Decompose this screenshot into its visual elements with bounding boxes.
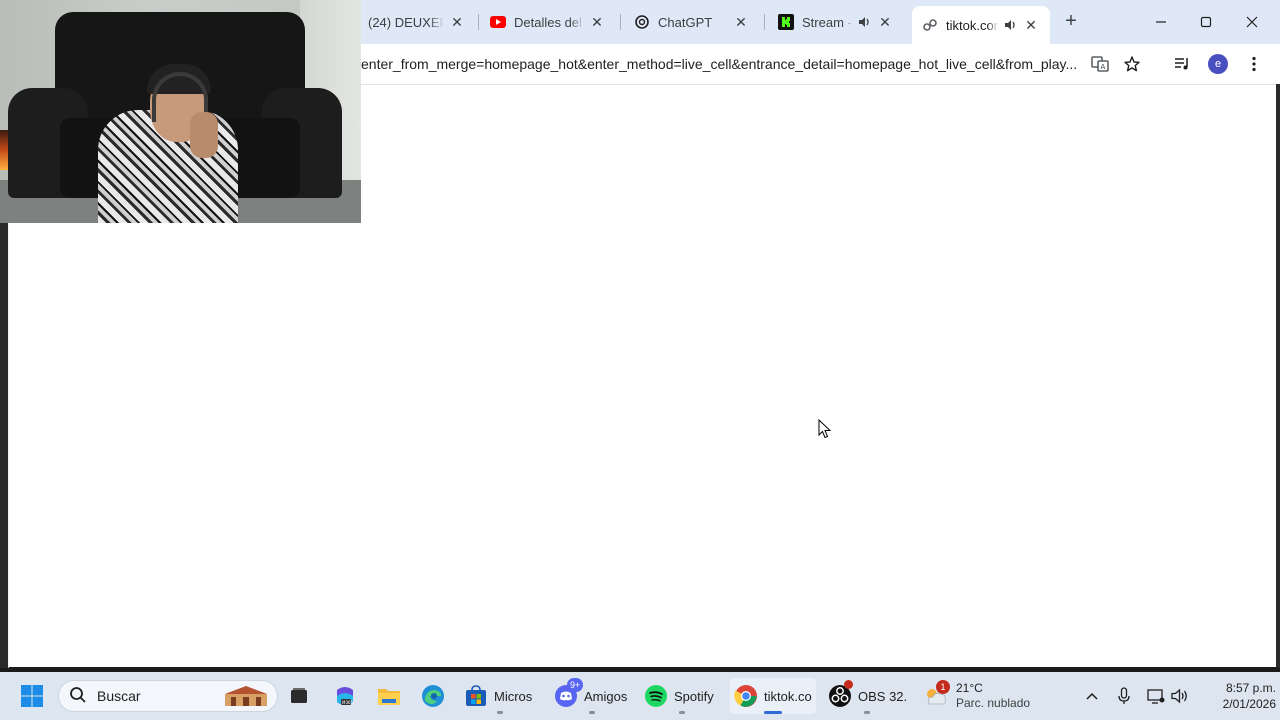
svg-text:M365: M365 [342, 700, 354, 705]
minimize-button[interactable] [1146, 8, 1176, 36]
microsoft-store-icon [464, 684, 488, 708]
speaker-icon[interactable] [856, 14, 872, 30]
window-edge [1276, 84, 1280, 672]
weather-widget[interactable]: 1 21°C Parc. nublado [922, 678, 1030, 714]
tab-separator [620, 14, 621, 30]
media-controls-icon[interactable] [1172, 54, 1192, 74]
tab-deuxer[interactable]: (24) DEUXER ✕ [358, 8, 476, 36]
file-explorer-icon [377, 684, 401, 708]
weather-condition: Parc. nublado [956, 696, 1031, 710]
tab-chatgpt[interactable]: ChatGPT ✕ [624, 8, 760, 36]
taskbar-spotify[interactable]: Spotify [644, 678, 720, 714]
kick-icon [778, 14, 794, 30]
more-menu-icon[interactable] [1244, 54, 1264, 74]
maximize-button[interactable] [1191, 8, 1221, 36]
taskbar-obs[interactable]: OBS 32. [828, 678, 906, 714]
tab-tiktok[interactable]: tiktok.com ✕ [912, 6, 1050, 44]
notification-badge: 9+ [567, 678, 584, 692]
volume-icon[interactable] [1170, 686, 1190, 706]
youtube-icon [490, 14, 506, 30]
start-button[interactable] [16, 678, 48, 714]
bookmark-star-icon[interactable] [1122, 54, 1142, 74]
m365-copilot-icon: M365 [333, 684, 357, 708]
recording-dot-icon [844, 680, 853, 689]
taskbar-m365-copilot[interactable]: M365 [332, 678, 358, 714]
windows-logo-icon [20, 684, 44, 708]
webcam-overlay [0, 0, 361, 223]
close-icon[interactable]: ✕ [876, 13, 894, 31]
search-highlight-icon [225, 686, 267, 706]
microphone-icon[interactable] [1114, 686, 1134, 706]
tab-title: Detalles del v [514, 14, 584, 30]
taskbar-app-label: Micros [494, 688, 533, 704]
address-bar[interactable]: enter_from_merge=homepage_hot&enter_meth… [300, 48, 1150, 80]
mouse-cursor-icon [818, 419, 832, 439]
close-window-button[interactable] [1237, 8, 1267, 36]
close-icon[interactable]: ✕ [448, 13, 466, 31]
tab-title: tiktok.com [946, 17, 998, 33]
tab-title: ChatGPT [658, 14, 713, 30]
chatgpt-icon [634, 14, 650, 30]
spotify-icon [644, 684, 668, 708]
system-clock[interactable]: 8:57 p.m. 2/01/2026 [1198, 680, 1276, 712]
speaker-icon[interactable] [1002, 17, 1018, 33]
close-icon[interactable]: ✕ [588, 13, 606, 31]
partly-cloudy-icon: 1 [922, 680, 950, 710]
tab-separator [764, 14, 765, 30]
webcam-hand [190, 112, 218, 158]
tiktok-loading-icon [922, 17, 938, 33]
tab-title: (24) DEUXER [368, 14, 444, 30]
taskbar-app-label: tiktok.co [764, 688, 812, 704]
taskbar-file-explorer[interactable] [376, 678, 402, 714]
chrome-icon [734, 684, 758, 708]
running-indicator [589, 711, 595, 714]
taskbar-discord[interactable]: 9+ Amigos [554, 678, 630, 714]
tab-stream-kick[interactable]: Stream - K ✕ [768, 8, 904, 36]
translate-icon[interactable]: A [1090, 54, 1110, 74]
running-indicator [764, 711, 782, 714]
windows-taskbar: Buscar M365 Micros 9+ Amigos Spotify tik… [0, 672, 1280, 720]
taskbar-microsoft-store[interactable]: Micros [464, 678, 536, 714]
show-hidden-icons-chevron-up-icon[interactable] [1082, 686, 1102, 706]
search-icon [69, 686, 87, 707]
tab-title: Stream - K [802, 14, 852, 30]
network-icon[interactable] [1146, 686, 1166, 706]
obs-icon [828, 680, 853, 708]
weather-temperature: 21°C [956, 681, 983, 695]
running-indicator [679, 711, 685, 714]
task-view-icon [287, 684, 311, 708]
taskbar-app-label: Amigos [584, 688, 628, 704]
edge-icon [421, 684, 445, 708]
taskbar-edge[interactable] [420, 678, 446, 714]
weather-alert-badge: 1 [936, 680, 950, 694]
tab-detalles-del-video[interactable]: Detalles del v ✕ [480, 8, 616, 36]
taskbar-chrome[interactable]: tiktok.co [730, 678, 816, 714]
taskbar-app-label: Spotify [674, 688, 714, 704]
search-placeholder: Buscar [97, 688, 141, 704]
running-indicator [864, 711, 870, 714]
clock-time: 8:57 p.m. [1225, 681, 1276, 695]
running-indicator [497, 711, 503, 714]
profile-avatar[interactable]: e [1208, 54, 1228, 74]
close-icon[interactable]: ✕ [732, 13, 750, 31]
taskbar-search[interactable]: Buscar [58, 680, 278, 712]
taskbar-task-view[interactable] [286, 678, 312, 714]
taskbar-app-label: OBS 32. [858, 688, 906, 704]
svg-text:A: A [1101, 63, 1106, 71]
new-tab-button[interactable]: + [1060, 10, 1082, 32]
url-text[interactable]: enter_from_merge=homepage_hot&enter_meth… [361, 56, 1081, 72]
clock-date: 2/01/2026 [1222, 697, 1276, 711]
discord-icon: 9+ [554, 678, 584, 708]
tab-separator [478, 14, 479, 30]
close-icon[interactable]: ✕ [1022, 16, 1040, 34]
